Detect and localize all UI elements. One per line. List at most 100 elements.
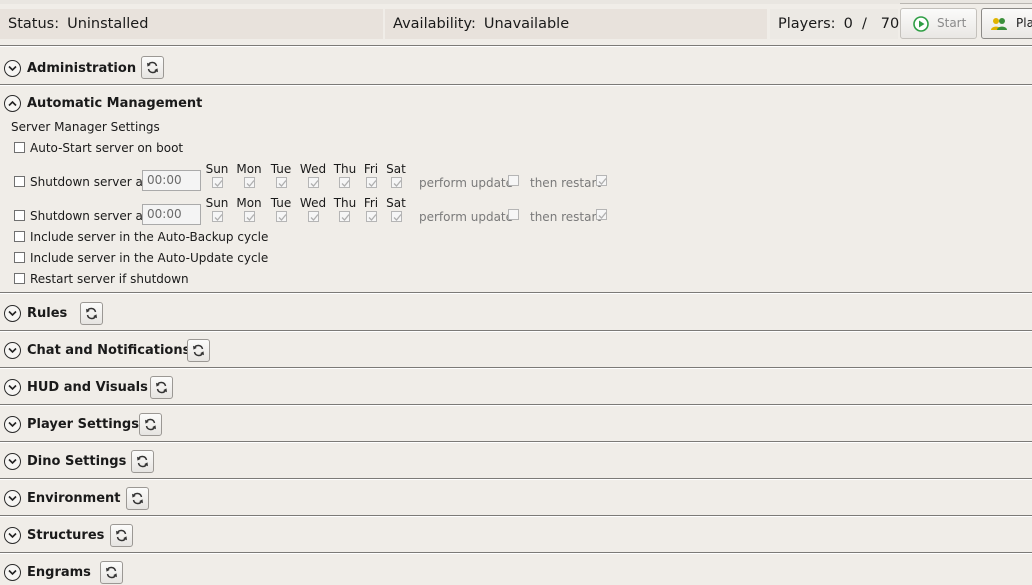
shutdown1-thu-checkbox[interactable] xyxy=(339,177,350,188)
refresh-icon xyxy=(156,381,167,394)
players-button[interactable]: Pla xyxy=(981,8,1032,39)
top-edge xyxy=(0,0,1032,4)
day-label: Wed xyxy=(299,162,327,176)
availability-value: Unavailable xyxy=(483,16,570,32)
day-label: Fri xyxy=(363,196,379,210)
day-label: Sun xyxy=(205,196,229,210)
refresh-icon xyxy=(193,344,204,357)
shutdown2-perform-update-checkbox[interactable] xyxy=(508,209,519,220)
expand-administration[interactable] xyxy=(4,60,21,77)
availability-label: Availability: xyxy=(393,16,476,32)
shutdown1-sat-checkbox[interactable] xyxy=(391,177,402,188)
section-dino-settings[interactable]: Dino Settings xyxy=(0,445,1032,477)
start-button[interactable]: Start xyxy=(900,8,977,39)
shutdown1-then-restart-checkbox[interactable] xyxy=(596,175,607,186)
refresh-chat-button[interactable] xyxy=(187,339,210,362)
restart-if-shutdown-checkbox[interactable] xyxy=(14,273,25,284)
section-rules[interactable]: Rules xyxy=(0,297,1032,329)
section-title: Rules xyxy=(27,306,68,321)
refresh-icon xyxy=(106,566,117,579)
shutdown2-tue-checkbox[interactable] xyxy=(276,211,287,222)
chevron-down-icon xyxy=(8,347,17,354)
refresh-engrams-button[interactable] xyxy=(100,561,123,584)
refresh-dino-settings-button[interactable] xyxy=(131,450,154,473)
divider xyxy=(0,330,1032,332)
expand-chat[interactable] xyxy=(4,342,21,359)
status-label: Status: xyxy=(8,16,60,32)
section-title: Environment xyxy=(27,491,121,506)
perform-update-label: perform update xyxy=(419,210,514,224)
refresh-structures-button[interactable] xyxy=(110,524,133,547)
divider xyxy=(0,292,1032,294)
refresh-player-settings-button[interactable] xyxy=(139,413,162,436)
refresh-environment-button[interactable] xyxy=(126,487,149,510)
shutdown1-label: Shutdown server at xyxy=(30,175,148,189)
expand-engrams[interactable] xyxy=(4,564,21,581)
shutdown2-sat-checkbox[interactable] xyxy=(391,211,402,222)
chevron-down-icon xyxy=(8,495,17,502)
collapse-automatic-management[interactable] xyxy=(4,95,21,112)
shutdown1-checkbox[interactable] xyxy=(14,176,25,187)
players-max: 70 xyxy=(880,16,900,32)
divider xyxy=(0,441,1032,443)
auto-update-checkbox[interactable] xyxy=(14,252,25,263)
day-label: Thu xyxy=(333,196,357,210)
expand-rules[interactable] xyxy=(4,305,21,322)
section-chat-and-notifications[interactable]: Chat and Notifications xyxy=(0,334,1032,366)
shutdown1-wed-checkbox[interactable] xyxy=(308,177,319,188)
play-circle-icon xyxy=(913,16,929,32)
shutdown2-label: Shutdown server at xyxy=(30,209,148,223)
refresh-icon xyxy=(147,61,158,74)
chevron-down-icon xyxy=(8,384,17,391)
shutdown1-sun-checkbox[interactable] xyxy=(212,177,223,188)
refresh-rules-button[interactable] xyxy=(80,302,103,325)
shutdown2-then-restart-checkbox[interactable] xyxy=(596,209,607,220)
expand-player-settings[interactable] xyxy=(4,416,21,433)
shutdown2-time-input[interactable]: 00:00 xyxy=(142,204,201,225)
section-player-settings[interactable]: Player Settings xyxy=(0,408,1032,440)
day-label: Tue xyxy=(270,162,292,176)
shutdown1-fri-checkbox[interactable] xyxy=(366,177,377,188)
status-field: Status: Uninstalled xyxy=(0,9,383,39)
shutdown1-time-input[interactable]: 00:00 xyxy=(142,170,201,191)
section-engrams[interactable]: Engrams xyxy=(0,556,1032,585)
auto-start-label: Auto-Start server on boot xyxy=(30,141,184,155)
shutdown1-mon-checkbox[interactable] xyxy=(244,177,255,188)
shutdown2-wed-checkbox[interactable] xyxy=(308,211,319,222)
shutdown2-sun-checkbox[interactable] xyxy=(212,211,223,222)
shutdown2-mon-checkbox[interactable] xyxy=(244,211,255,222)
section-title: HUD and Visuals xyxy=(27,380,148,395)
shutdown1-tue-checkbox[interactable] xyxy=(276,177,287,188)
divider xyxy=(0,84,1032,86)
day-label: Sat xyxy=(386,162,406,176)
expand-dino-settings[interactable] xyxy=(4,453,21,470)
players-field: Players: 0 / 70 xyxy=(770,9,900,39)
section-structures[interactable]: Structures xyxy=(0,519,1032,551)
availability-field: Availability: Unavailable xyxy=(385,9,767,39)
shutdown2-thu-checkbox[interactable] xyxy=(339,211,350,222)
shutdown1-perform-update-checkbox[interactable] xyxy=(508,175,519,186)
status-bar: Status: Uninstalled Availability: Unavaila… xyxy=(0,7,1032,43)
day-label: Fri xyxy=(363,162,379,176)
auto-start-checkbox[interactable] xyxy=(14,142,25,153)
section-title: Chat and Notifications xyxy=(27,343,191,358)
divider xyxy=(0,367,1032,369)
expand-hud[interactable] xyxy=(4,379,21,396)
section-title: Automatic Management xyxy=(27,96,203,111)
day-label: Sat xyxy=(386,196,406,210)
then-restart-label: then restart xyxy=(530,210,602,224)
section-administration[interactable]: Administration xyxy=(0,52,1032,84)
day-label: Mon xyxy=(236,196,262,210)
expand-structures[interactable] xyxy=(4,527,21,544)
section-title: Administration xyxy=(27,61,137,76)
expand-environment[interactable] xyxy=(4,490,21,507)
section-hud-and-visuals[interactable]: HUD and Visuals xyxy=(0,371,1032,403)
section-environment[interactable]: Environment xyxy=(0,482,1032,514)
refresh-icon xyxy=(86,307,97,320)
refresh-hud-button[interactable] xyxy=(150,376,173,399)
refresh-icon xyxy=(132,492,143,505)
auto-backup-checkbox[interactable] xyxy=(14,231,25,242)
refresh-administration-button[interactable] xyxy=(141,56,164,79)
shutdown2-fri-checkbox[interactable] xyxy=(366,211,377,222)
shutdown2-checkbox[interactable] xyxy=(14,210,25,221)
